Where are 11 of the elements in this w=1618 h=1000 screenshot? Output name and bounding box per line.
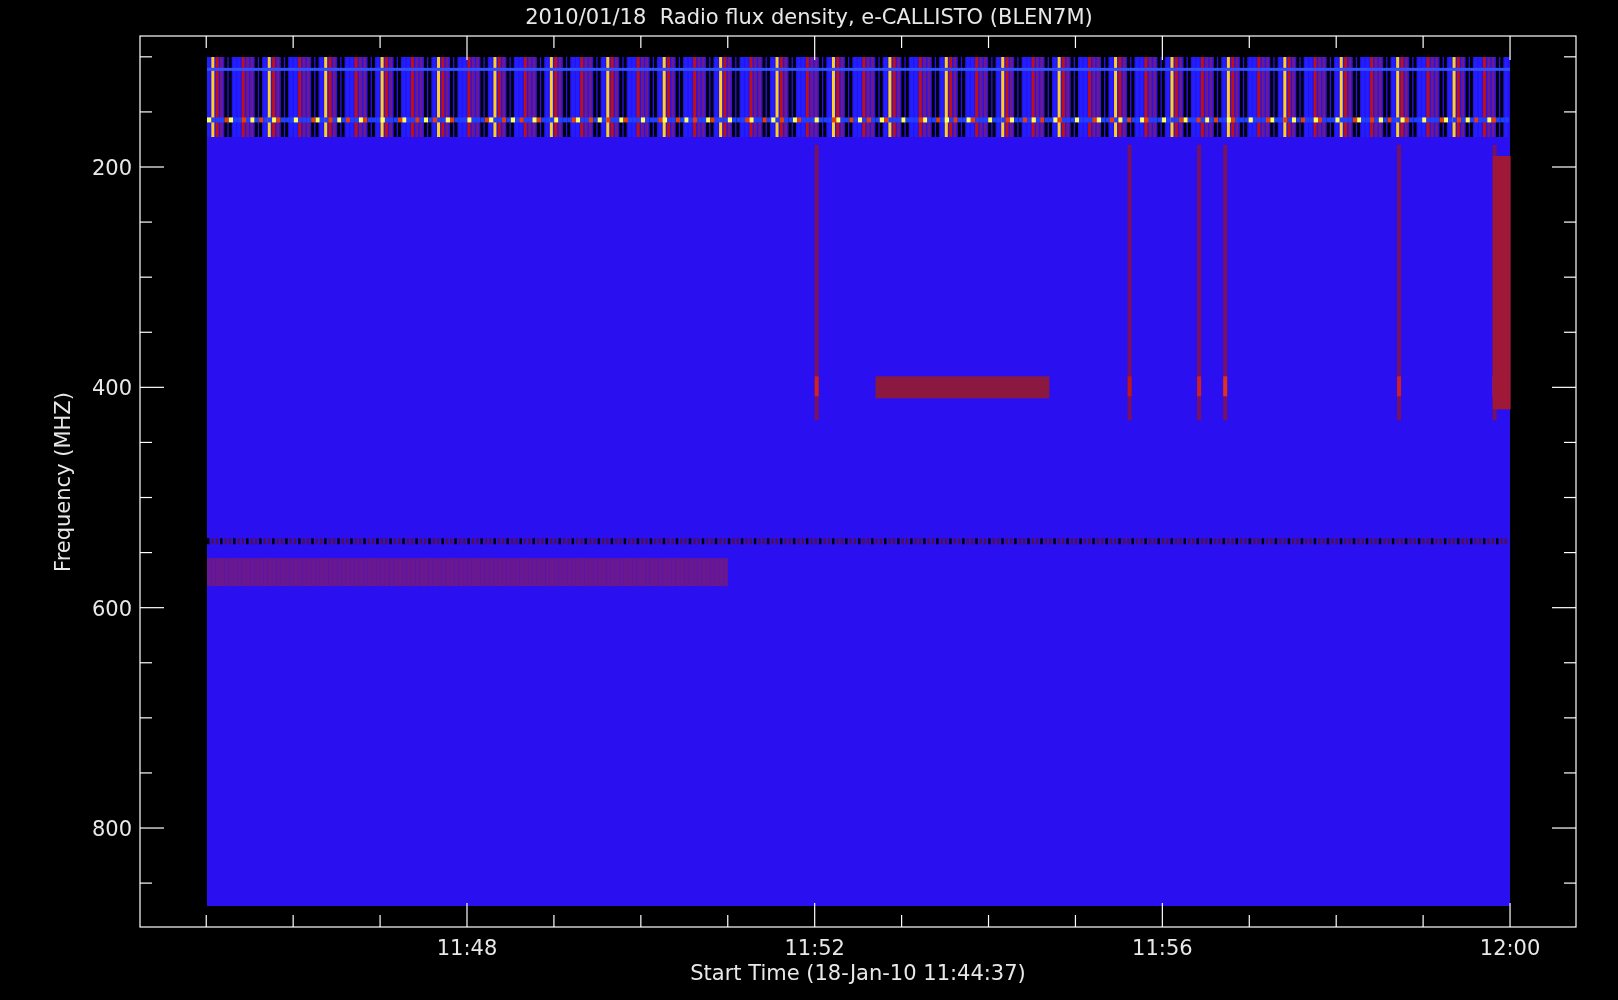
- x-tick-label: 11:56: [1132, 936, 1193, 960]
- x-axis-label: Start Time (18-Jan-10 11:44:37): [690, 961, 1026, 985]
- x-tick-label: 11:48: [436, 936, 498, 960]
- y-axis-label: Frequency (MHZ): [51, 392, 75, 572]
- y-tick-label: 200: [91, 156, 132, 180]
- x-tick-label: 12:00: [1479, 936, 1541, 960]
- x-tick-label: 11:52: [784, 936, 845, 960]
- y-tick-label: 600: [91, 596, 132, 621]
- y-tick-label: 400: [91, 376, 132, 401]
- y-tick-label: 800: [91, 817, 132, 841]
- plot-title: 2010/01/18 Radio flux density, e-CALLISTO (BLEN7M): [525, 5, 1093, 29]
